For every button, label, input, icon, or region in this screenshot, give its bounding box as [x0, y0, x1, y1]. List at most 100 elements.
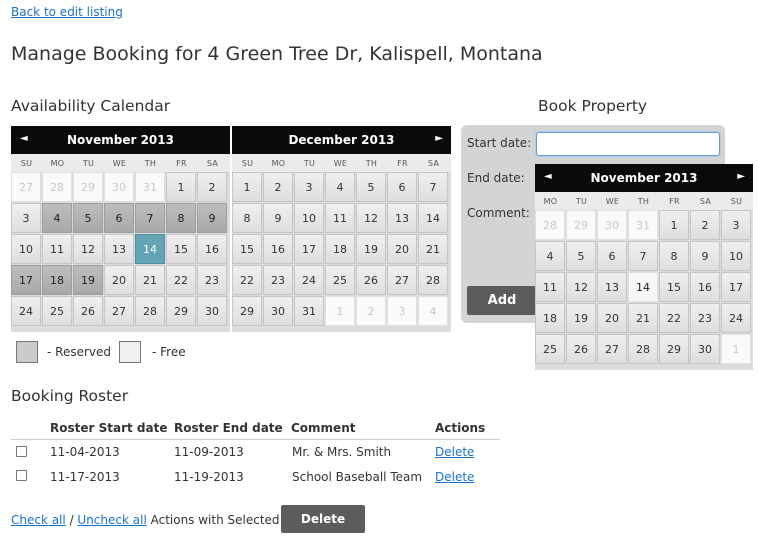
calendar-day[interactable]: 26	[356, 265, 386, 295]
delete-selected-button[interactable]: Delete	[281, 505, 365, 533]
calendar-day[interactable]: 21	[628, 303, 658, 333]
calendar-day[interactable]: 14	[418, 203, 448, 233]
calendar-day[interactable]: 28	[418, 265, 448, 295]
calendar-day[interactable]: 9	[690, 241, 720, 271]
row-select-checkbox[interactable]	[16, 470, 27, 481]
calendar-day[interactable]: 15	[232, 234, 262, 264]
calendar-day[interactable]: 10	[721, 241, 751, 271]
calendar-day-reserved[interactable]: 7	[135, 203, 165, 233]
calendar-day-other-month[interactable]: 3	[387, 296, 417, 326]
calendar-day[interactable]: 21	[418, 234, 448, 264]
calendar-day[interactable]: 3	[294, 172, 324, 202]
calendar-day[interactable]: 20	[104, 265, 134, 295]
calendar-day[interactable]: 3	[721, 210, 751, 240]
calendar-day[interactable]: 21	[135, 265, 165, 295]
calendar-day[interactable]: 2	[197, 172, 227, 202]
calendar-day[interactable]: 20	[387, 234, 417, 264]
calendar-day[interactable]: 31	[294, 296, 324, 326]
prev-month-icon[interactable]: ◄	[20, 133, 28, 144]
calendar-day[interactable]: 11	[325, 203, 355, 233]
calendar-day-other-month[interactable]: 1	[325, 296, 355, 326]
calendar-day[interactable]: 15	[166, 234, 196, 264]
calendar-day-other-month[interactable]: 27	[11, 172, 41, 202]
calendar-day[interactable]: 12	[356, 203, 386, 233]
calendar-day[interactable]: 25	[42, 296, 72, 326]
calendar-day-reserved[interactable]: 6	[104, 203, 134, 233]
row-delete-link[interactable]: Delete	[435, 445, 474, 459]
calendar-day-reserved[interactable]: 9	[197, 203, 227, 233]
calendar-day-reserved[interactable]: 19	[73, 265, 103, 295]
calendar-day[interactable]: 29	[659, 334, 689, 364]
calendar-day[interactable]: 11	[535, 272, 565, 302]
calendar-day[interactable]: 25	[535, 334, 565, 364]
calendar-day[interactable]: 14	[628, 272, 658, 302]
calendar-day[interactable]: 20	[597, 303, 627, 333]
calendar-day[interactable]: 24	[721, 303, 751, 333]
row-select-checkbox[interactable]	[16, 446, 27, 457]
calendar-day[interactable]: 3	[11, 203, 41, 233]
calendar-day[interactable]: 27	[104, 296, 134, 326]
uncheck-all-link[interactable]: Uncheck all	[77, 513, 146, 527]
next-month-icon[interactable]: ►	[435, 133, 443, 144]
calendar-day[interactable]: 1	[166, 172, 196, 202]
calendar-day-other-month[interactable]: 30	[597, 210, 627, 240]
add-booking-button[interactable]: Add	[467, 286, 537, 315]
prev-month-icon[interactable]: ◄	[544, 171, 552, 182]
calendar-day[interactable]: 17	[294, 234, 324, 264]
calendar-day-reserved[interactable]: 8	[166, 203, 196, 233]
calendar-day[interactable]: 19	[356, 234, 386, 264]
calendar-day[interactable]: 24	[294, 265, 324, 295]
calendar-day[interactable]: 9	[263, 203, 293, 233]
calendar-day-other-month[interactable]: 1	[721, 334, 751, 364]
calendar-day[interactable]: 22	[166, 265, 196, 295]
calendar-day[interactable]: 30	[263, 296, 293, 326]
calendar-day-other-month[interactable]: 29	[73, 172, 103, 202]
calendar-day-other-month[interactable]: 29	[566, 210, 596, 240]
calendar-day[interactable]: 16	[197, 234, 227, 264]
calendar-day[interactable]: 22	[232, 265, 262, 295]
calendar-day[interactable]: 2	[263, 172, 293, 202]
calendar-day[interactable]: 1	[232, 172, 262, 202]
calendar-day[interactable]: 16	[690, 272, 720, 302]
calendar-day[interactable]: 7	[418, 172, 448, 202]
calendar-day[interactable]: 10	[294, 203, 324, 233]
calendar-day[interactable]: 17	[721, 272, 751, 302]
row-delete-link[interactable]: Delete	[435, 470, 474, 484]
calendar-day[interactable]: 13	[387, 203, 417, 233]
calendar-day[interactable]: 23	[197, 265, 227, 295]
calendar-day-reserved[interactable]: 18	[42, 265, 72, 295]
calendar-day-reserved[interactable]: 5	[73, 203, 103, 233]
calendar-day[interactable]: 22	[659, 303, 689, 333]
calendar-day[interactable]: 4	[325, 172, 355, 202]
check-all-link[interactable]: Check all	[11, 513, 66, 527]
calendar-day[interactable]: 26	[566, 334, 596, 364]
next-month-icon[interactable]: ►	[737, 171, 745, 182]
calendar-day[interactable]: 14	[135, 234, 165, 264]
calendar-day-other-month[interactable]: 30	[104, 172, 134, 202]
calendar-day[interactable]: 7	[628, 241, 658, 271]
calendar-day-other-month[interactable]: 28	[535, 210, 565, 240]
calendar-day[interactable]: 8	[659, 241, 689, 271]
calendar-day[interactable]: 8	[232, 203, 262, 233]
calendar-day[interactable]: 30	[197, 296, 227, 326]
calendar-day-other-month[interactable]: 31	[628, 210, 658, 240]
calendar-day-reserved[interactable]: 17	[11, 265, 41, 295]
calendar-day[interactable]: 28	[628, 334, 658, 364]
start-date-input[interactable]	[536, 132, 720, 156]
calendar-day[interactable]: 5	[356, 172, 386, 202]
calendar-day[interactable]: 1	[659, 210, 689, 240]
calendar-day[interactable]: 4	[535, 241, 565, 271]
calendar-day[interactable]: 28	[135, 296, 165, 326]
calendar-day[interactable]: 18	[535, 303, 565, 333]
calendar-day[interactable]: 27	[597, 334, 627, 364]
calendar-day[interactable]: 5	[566, 241, 596, 271]
calendar-day[interactable]: 25	[325, 265, 355, 295]
calendar-day[interactable]: 26	[73, 296, 103, 326]
calendar-day[interactable]: 29	[232, 296, 262, 326]
calendar-day-other-month[interactable]: 2	[356, 296, 386, 326]
calendar-day[interactable]: 27	[387, 265, 417, 295]
calendar-day-other-month[interactable]: 4	[418, 296, 448, 326]
calendar-day-reserved[interactable]: 4	[42, 203, 72, 233]
calendar-day[interactable]: 6	[387, 172, 417, 202]
calendar-day[interactable]: 11	[42, 234, 72, 264]
